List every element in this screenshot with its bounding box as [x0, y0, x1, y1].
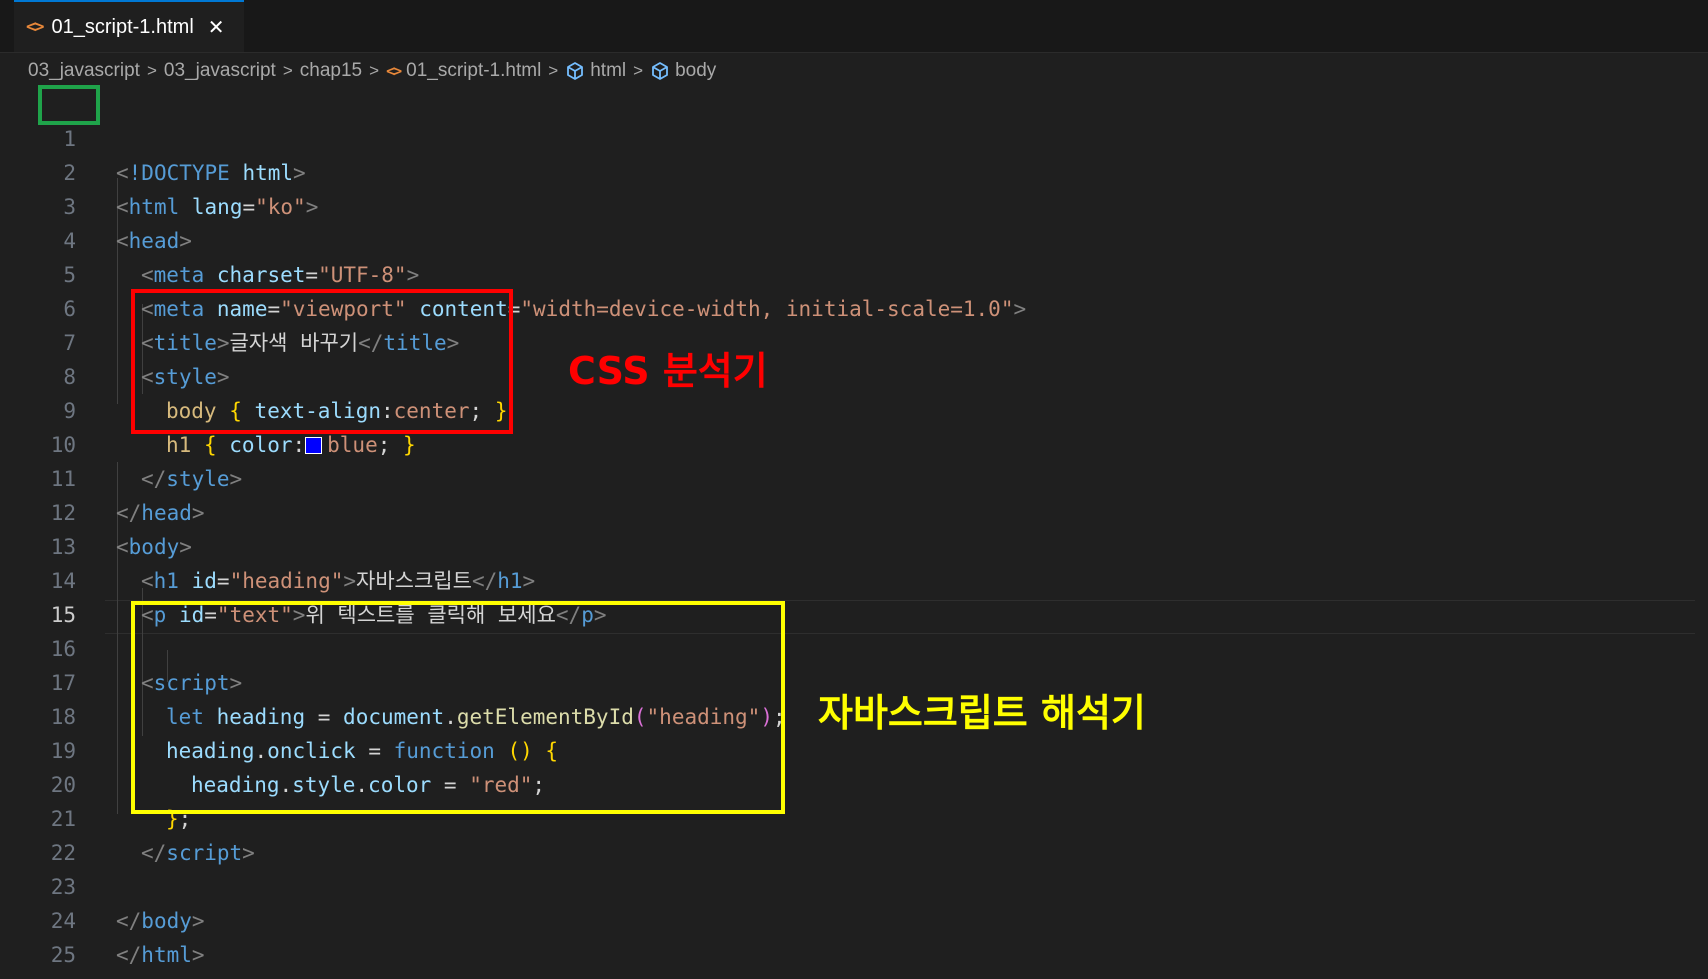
html-file-icon: <>: [386, 62, 402, 80]
breadcrumb-item-folder[interactable]: 03_javascript: [28, 60, 140, 82]
code-line: 23 </body>: [0, 836, 1708, 933]
chevron-right-icon: >: [633, 61, 644, 80]
breadcrumb: 03_javascript > 03_javascript > chap15 >…: [28, 56, 716, 86]
code-line: 2 <html lang="ko">: [0, 122, 1708, 219]
code-line: 1 <!DOCTYPE html>: [0, 88, 1708, 185]
html-file-icon: <>: [26, 17, 45, 37]
code-line: 12 <body>: [0, 462, 1708, 559]
symbol-element-icon: [652, 62, 668, 80]
line-number: 25: [50, 943, 76, 967]
code-editor[interactable]: 1 <!DOCTYPE html> 2 <html lang="ko"> 3 <…: [0, 88, 1708, 979]
code-line: 25: [0, 904, 1708, 967]
js-interpreter-label: 자바스크립트 해석기: [818, 691, 1146, 735]
token-tag: html: [141, 943, 192, 967]
token-punct: >: [191, 943, 205, 967]
line-one-highlight-box: [38, 85, 100, 125]
code-line: 6 <title>글자색 바꾸기</title>: [0, 258, 1708, 355]
close-icon[interactable]: ✕: [208, 15, 225, 39]
code-line: 14 <p id="text">위 텍스트를 클릭해 보세요</p>: [0, 530, 1708, 627]
breadcrumb-item-file[interactable]: 01_script-1.html: [406, 60, 541, 82]
code-line: 24 </html>: [0, 870, 1708, 967]
symbol-element-icon: [567, 62, 584, 80]
editor-tab-active[interactable]: <> 01_script-1.html ✕: [14, 0, 244, 52]
code-line: 4 <meta charset="UTF-8">: [0, 190, 1708, 287]
tab-bar: <> 01_script-1.html ✕: [0, 0, 1708, 53]
token-punct: </: [116, 943, 142, 967]
tab-label: 01_script-1.html: [51, 15, 194, 38]
code-line: 3 <head>: [0, 156, 1708, 253]
breadcrumb-item-folder[interactable]: chap15: [300, 60, 362, 82]
css-region-box: [131, 289, 513, 434]
chevron-right-icon: >: [548, 61, 559, 80]
code-line: 13 <h1 id="heading">자바스크립트</h1>: [0, 496, 1708, 593]
code-line-active: 15: [0, 564, 1708, 627]
chevron-right-icon: >: [369, 61, 380, 80]
breadcrumb-item-folder[interactable]: 03_javascript: [164, 60, 276, 82]
code-text: </html>: [116, 938, 205, 972]
css-analyzer-label: CSS 분석기: [568, 349, 768, 393]
breadcrumb-item-body[interactable]: body: [675, 60, 716, 82]
chevron-right-icon: >: [282, 61, 293, 80]
script-region-box: [131, 601, 785, 814]
code-line: 5 <meta name="viewport" content="width=d…: [0, 224, 1708, 321]
breadcrumb-item-html[interactable]: html: [590, 60, 626, 82]
chevron-right-icon: >: [146, 61, 157, 80]
